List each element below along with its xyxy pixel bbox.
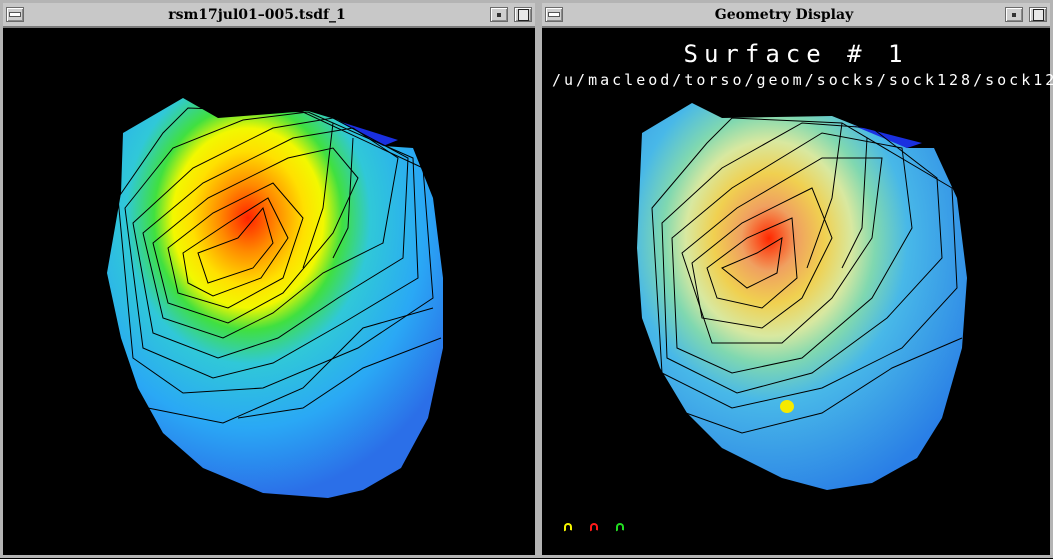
- geometry-display-window: Geometry Display Surface # 1 /u/macleod/…: [538, 0, 1053, 558]
- maximize-button[interactable]: [1029, 7, 1047, 22]
- heart-surface-map: [107, 98, 443, 498]
- map-titlebar[interactable]: rsm17jul01–005.tsdf_1: [3, 3, 535, 28]
- minimize-button[interactable]: [490, 7, 508, 22]
- minimize-icon: [497, 12, 501, 17]
- window-menu-button[interactable]: [545, 7, 563, 22]
- map-window: rsm17jul01–005.tsdf_1: [0, 0, 538, 558]
- green-lock-icon[interactable]: T: [612, 523, 630, 547]
- heart-surface: [637, 103, 967, 490]
- window-menu-button[interactable]: [6, 7, 24, 22]
- geometry-titlebar[interactable]: Geometry Display: [542, 3, 1050, 28]
- maximize-icon: [1032, 8, 1044, 21]
- selected-node-marker[interactable]: [780, 400, 794, 413]
- window-title: Geometry Display: [714, 6, 854, 23]
- maximize-button[interactable]: [514, 7, 532, 22]
- lock-icons-bar: T T T: [560, 523, 630, 547]
- yellow-lock-icon[interactable]: T: [560, 523, 578, 547]
- minimize-icon: [1012, 12, 1016, 17]
- heart-surface: [107, 98, 443, 498]
- geometry-canvas[interactable]: Surface # 1 /u/macleod/torso/geom/socks/…: [542, 28, 1053, 555]
- red-lock-icon[interactable]: T: [586, 523, 604, 547]
- window-menu-icon: [9, 12, 21, 17]
- minimize-button[interactable]: [1005, 7, 1023, 22]
- heart-geometry-view: [637, 103, 967, 490]
- window-menu-icon: [548, 12, 560, 17]
- surface-map-canvas[interactable]: [3, 28, 535, 555]
- window-title: rsm17jul01–005.tsdf_1: [168, 6, 346, 23]
- maximize-icon: [517, 8, 529, 21]
